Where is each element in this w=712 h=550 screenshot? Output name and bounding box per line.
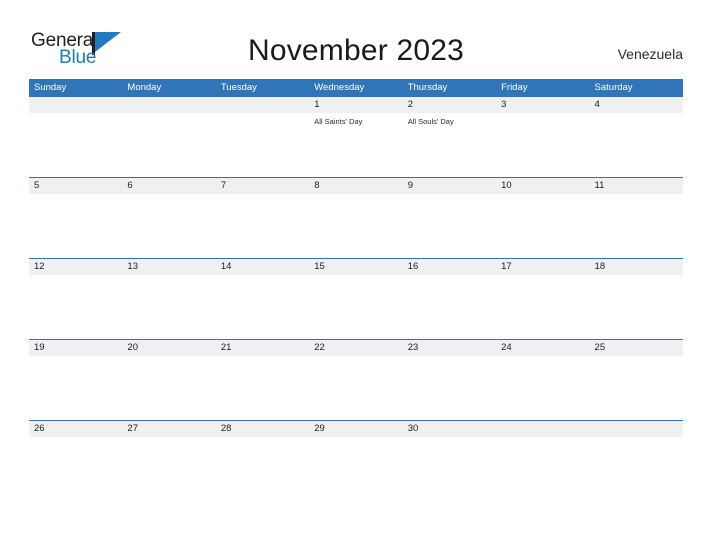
day-number: 20 bbox=[127, 342, 138, 353]
weekday-header-row: Sunday Monday Tuesday Wednesday Thursday… bbox=[29, 79, 683, 96]
page-header: General Blue November 2023 Venezuela bbox=[0, 0, 712, 79]
day-cell[interactable]: 15 bbox=[309, 258, 402, 339]
day-number: 24 bbox=[501, 342, 512, 353]
calendar-week-row: 5 6 7 8 9 10 11 bbox=[29, 177, 683, 258]
calendar-week-row: 19 20 21 22 23 24 25 bbox=[29, 339, 683, 420]
country-label: Venezuela bbox=[617, 46, 683, 62]
day-cell[interactable] bbox=[29, 96, 122, 177]
day-cell[interactable]: 30 bbox=[403, 420, 496, 501]
day-number: 14 bbox=[220, 261, 232, 272]
day-number: 15 bbox=[314, 261, 325, 272]
day-cell[interactable] bbox=[590, 420, 683, 501]
day-number: 17 bbox=[501, 261, 512, 272]
weekday-header-wednesday: Wednesday bbox=[314, 82, 365, 93]
day-cell[interactable]: 19 bbox=[29, 339, 122, 420]
weekday-header-tuesday: Tuesday bbox=[220, 82, 257, 93]
day-cell[interactable]: 27 bbox=[122, 420, 215, 501]
day-cell[interactable] bbox=[216, 96, 309, 177]
day-cell[interactable]: 24 bbox=[496, 339, 589, 420]
day-number: 30 bbox=[407, 423, 419, 434]
day-cell[interactable]: 25 bbox=[590, 339, 683, 420]
weekday-header-saturday: Saturday bbox=[594, 82, 633, 93]
day-cell[interactable]: 5 bbox=[29, 177, 122, 258]
day-cell[interactable]: 21 bbox=[216, 339, 309, 420]
day-cell[interactable]: 23 bbox=[403, 339, 496, 420]
day-number: 19 bbox=[34, 342, 45, 353]
weekday-header-friday: Friday bbox=[501, 82, 528, 93]
day-cell[interactable]: 4 bbox=[590, 96, 683, 177]
day-number: 4 bbox=[594, 99, 600, 110]
day-number: 8 bbox=[314, 180, 320, 191]
day-number: 13 bbox=[127, 261, 138, 272]
day-cell[interactable]: 6 bbox=[122, 177, 215, 258]
day-number: 2 bbox=[407, 99, 413, 110]
day-cell[interactable]: 10 bbox=[496, 177, 589, 258]
day-number: 23 bbox=[407, 342, 419, 353]
day-cell[interactable]: 13 bbox=[122, 258, 215, 339]
day-cell[interactable] bbox=[496, 420, 589, 501]
weekday-header-monday: Monday bbox=[127, 82, 162, 93]
day-event: All Saints' Day bbox=[314, 117, 363, 126]
calendar-week-row: 26 27 28 29 30 bbox=[29, 420, 683, 501]
day-cell[interactable]: 14 bbox=[216, 258, 309, 339]
calendar-grid: Sunday Monday Tuesday Wednesday Thursday… bbox=[29, 79, 683, 501]
day-number: 5 bbox=[34, 180, 40, 191]
weekday-header-thursday: Thursday bbox=[407, 82, 448, 93]
day-number: 1 bbox=[314, 99, 320, 110]
day-cell[interactable]: 28 bbox=[216, 420, 309, 501]
day-number: 7 bbox=[220, 180, 227, 191]
day-number: 21 bbox=[220, 342, 232, 353]
calendar-week-row: 1 All Saints' Day 2 All Souls' Day 3 4 bbox=[29, 96, 683, 177]
day-number: 11 bbox=[594, 180, 605, 191]
day-cell[interactable]: 29 bbox=[309, 420, 402, 501]
day-number: 16 bbox=[407, 261, 419, 272]
day-cell[interactable]: 3 bbox=[496, 96, 589, 177]
day-cell[interactable]: 8 bbox=[309, 177, 402, 258]
day-cell[interactable]: 16 bbox=[403, 258, 496, 339]
day-cell[interactable]: 22 bbox=[309, 339, 402, 420]
day-cell[interactable]: 2 All Souls' Day bbox=[403, 96, 496, 177]
day-event: All Souls' Day bbox=[407, 117, 454, 126]
day-cell[interactable]: 9 bbox=[403, 177, 496, 258]
day-number: 10 bbox=[501, 180, 512, 191]
day-number: 28 bbox=[220, 423, 232, 434]
day-cell[interactable]: 12 bbox=[29, 258, 122, 339]
day-cell[interactable]: 7 bbox=[216, 177, 309, 258]
day-cell[interactable]: 20 bbox=[122, 339, 215, 420]
day-cell[interactable]: 17 bbox=[496, 258, 589, 339]
day-cell[interactable]: 11 bbox=[590, 177, 683, 258]
day-number: 29 bbox=[314, 423, 325, 434]
page-title: November 2023 bbox=[247, 34, 465, 67]
day-number: 6 bbox=[127, 180, 133, 191]
day-number: 22 bbox=[314, 342, 325, 353]
day-cell[interactable]: 18 bbox=[590, 258, 683, 339]
day-number: 9 bbox=[407, 180, 413, 191]
day-number: 27 bbox=[127, 423, 138, 434]
day-number: 26 bbox=[34, 423, 45, 434]
calendar-week-row: 12 13 14 15 16 17 18 bbox=[29, 258, 683, 339]
day-number: 3 bbox=[501, 99, 507, 110]
day-number: 25 bbox=[594, 342, 606, 353]
day-number: 12 bbox=[34, 261, 45, 272]
day-cell[interactable]: 1 All Saints' Day bbox=[309, 96, 402, 177]
day-number: 18 bbox=[594, 261, 606, 272]
weekday-header-sunday: Sunday bbox=[34, 82, 67, 93]
day-cell[interactable] bbox=[122, 96, 215, 177]
day-cell[interactable]: 26 bbox=[29, 420, 122, 501]
